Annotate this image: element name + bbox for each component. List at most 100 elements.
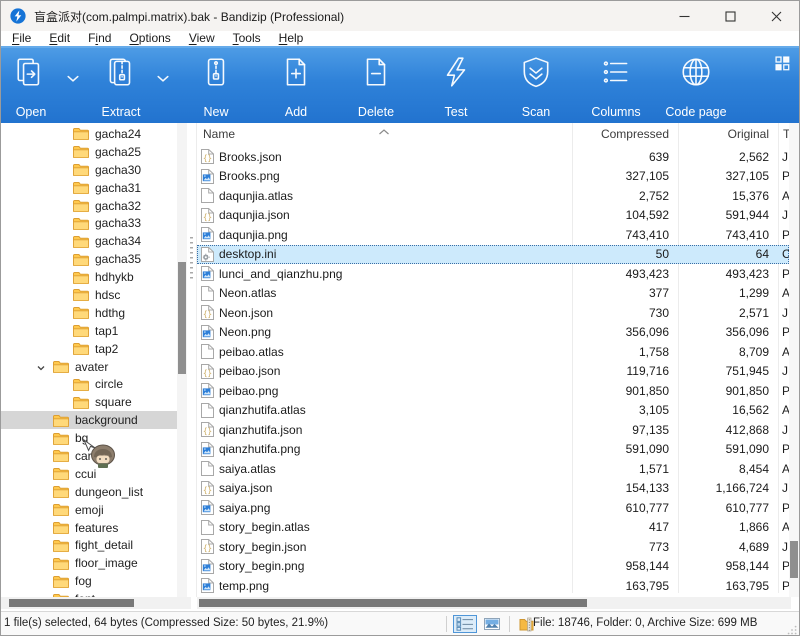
- tree-item-square[interactable]: square: [1, 393, 177, 411]
- resize-grip[interactable]: [787, 624, 797, 634]
- tree-item-tap1[interactable]: tap1: [1, 322, 177, 340]
- details-view-button[interactable]: [453, 615, 477, 633]
- tree-item-gacha31[interactable]: gacha31: [1, 179, 177, 197]
- toolbar-new-button[interactable]: New: [176, 55, 256, 119]
- menu-find[interactable]: Find: [79, 31, 120, 46]
- json-file-icon: {}: [201, 305, 214, 320]
- file-row-lunci_and_qianzhu.png[interactable]: lunci_and_qianzhu.png493,423493,423P: [197, 264, 789, 284]
- tree-item-emoji[interactable]: emoji: [1, 501, 177, 519]
- file-row-Brooks.png[interactable]: Brooks.png327,105327,105P: [197, 167, 789, 187]
- menu-view[interactable]: View: [180, 31, 224, 46]
- tree-item-bg[interactable]: bg: [1, 429, 177, 447]
- tree-item-fight_detail[interactable]: fight_detail: [1, 536, 177, 554]
- tree-item-gacha33[interactable]: gacha33: [1, 214, 177, 232]
- tree-item-hdhykb[interactable]: hdhykb: [1, 268, 177, 286]
- file-type: A: [778, 345, 789, 359]
- tree-item-gacha35[interactable]: gacha35: [1, 250, 177, 268]
- minimize-button[interactable]: [661, 1, 707, 31]
- menu-help[interactable]: Help: [270, 31, 313, 46]
- file-row-Brooks.json[interactable]: {}Brooks.json6392,562J: [197, 147, 789, 167]
- sidebar-hscroll-thumb[interactable]: [9, 599, 134, 607]
- file-row-qianzhutifa.json[interactable]: {}qianzhutifa.json97,135412,868J: [197, 420, 789, 440]
- toolbar-extract-dropdown-chevron-icon[interactable]: [157, 72, 171, 82]
- tree-item-font[interactable]: font: [1, 590, 177, 597]
- file-row-peibao.json[interactable]: {}peibao.json119,716751,945J: [197, 362, 789, 382]
- tree-item-card[interactable]: card: [1, 447, 177, 465]
- tree-item-background[interactable]: background: [1, 411, 177, 429]
- file-row-qianzhutifa.png[interactable]: qianzhutifa.png591,090591,090P: [197, 440, 789, 460]
- file-row-peibao.png[interactable]: peibao.png901,850901,850P: [197, 381, 789, 401]
- tree-item-tap2[interactable]: tap2: [1, 340, 177, 358]
- file-row-Neon.png[interactable]: Neon.png356,096356,096P: [197, 323, 789, 343]
- sidebar-vertical-scrollbar[interactable]: [177, 123, 187, 597]
- file-row-temp.png[interactable]: temp.png163,795163,795P: [197, 576, 789, 596]
- file-row-qianzhutifa.atlas[interactable]: qianzhutifa.atlas3,10516,562A: [197, 401, 789, 421]
- menu-options[interactable]: Options: [120, 31, 179, 46]
- toolbar-code-page-button[interactable]: Code page: [656, 55, 736, 119]
- compressed-size: 591,090: [572, 442, 678, 456]
- filelist-horizontal-scrollbar[interactable]: [197, 597, 791, 609]
- customize-toolbar-button[interactable]: [775, 56, 791, 72]
- toolbar-scan-button[interactable]: Scan: [496, 55, 576, 119]
- toolbar-delete-button[interactable]: Delete: [336, 55, 416, 119]
- tree-item-dungeon_list[interactable]: dungeon_list: [1, 483, 177, 501]
- column-header-name[interactable]: Name: [203, 127, 235, 141]
- file-row-daqunjia.json[interactable]: {}daqunjia.json104,592591,944J: [197, 206, 789, 226]
- column-header-original[interactable]: Original: [578, 127, 769, 141]
- menu-tools[interactable]: Tools: [224, 31, 270, 46]
- tree-item-gacha34[interactable]: gacha34: [1, 232, 177, 250]
- toolbar-open-button[interactable]: Open: [0, 55, 71, 119]
- expand-chevron-icon[interactable]: [36, 362, 46, 372]
- file-row-peibao.atlas[interactable]: peibao.atlas1,7588,709A: [197, 342, 789, 362]
- tree-item-gacha24[interactable]: gacha24: [1, 125, 177, 143]
- file-type: P: [778, 325, 789, 339]
- toolbar-add-button[interactable]: Add: [256, 55, 336, 119]
- toolbar-test-button[interactable]: Test: [416, 55, 496, 119]
- file-row-story_begin.png[interactable]: story_begin.png958,144958,144P: [197, 557, 789, 577]
- tree-item-ccui[interactable]: ccui: [1, 465, 177, 483]
- toolbar-button-label: Code page: [656, 105, 736, 119]
- file-name: saiya.json: [219, 481, 272, 495]
- file-type: J: [778, 540, 789, 554]
- file-row-Neon.json[interactable]: {}Neon.json7302,571J: [197, 303, 789, 323]
- tree-item-avater[interactable]: avater: [1, 358, 177, 376]
- image-view-button[interactable]: [480, 615, 504, 633]
- toolbar-open-dropdown-chevron-icon[interactable]: [67, 72, 81, 82]
- toolbar-columns-button[interactable]: Columns: [576, 55, 656, 119]
- pane-splitter[interactable]: [187, 123, 197, 597]
- file-row-daqunjia.png[interactable]: daqunjia.png743,410743,410P: [197, 225, 789, 245]
- maximize-button[interactable]: [707, 1, 753, 31]
- file-row-story_begin.atlas[interactable]: story_begin.atlas4171,866A: [197, 518, 789, 538]
- tree-item-hdsc[interactable]: hdsc: [1, 286, 177, 304]
- file-row-daqunjia.atlas[interactable]: daqunjia.atlas2,75215,376A: [197, 186, 789, 206]
- original-size: 591,090: [678, 442, 778, 456]
- file-row-story_begin.json[interactable]: {}story_begin.json7734,689J: [197, 537, 789, 557]
- menu-edit[interactable]: Edit: [40, 31, 79, 46]
- tree-item-circle[interactable]: circle: [1, 375, 177, 393]
- tree-item-hdthg[interactable]: hdthg: [1, 304, 177, 322]
- tree-item-label: tap1: [95, 324, 118, 338]
- sidebar-horizontal-scrollbar[interactable]: [1, 597, 191, 609]
- close-button[interactable]: [753, 1, 799, 31]
- file-row-saiya.atlas[interactable]: saiya.atlas1,5718,454A: [197, 459, 789, 479]
- sidebar-scrollbar-thumb[interactable]: [178, 262, 186, 374]
- tree-item-gacha30[interactable]: gacha30: [1, 161, 177, 179]
- toolbar-button-label: Columns: [576, 105, 656, 119]
- tree-item-features[interactable]: features: [1, 519, 177, 537]
- file-row-desktop.ini[interactable]: desktop.ini5064C: [197, 245, 789, 265]
- menu-file[interactable]: File: [3, 31, 40, 46]
- tree-item-gacha25[interactable]: gacha25: [1, 143, 177, 161]
- tree-item-floor_image[interactable]: floor_image: [1, 554, 177, 572]
- filelist-vertical-scrollbar[interactable]: [789, 123, 799, 597]
- file-row-Neon.atlas[interactable]: Neon.atlas3771,299A: [197, 284, 789, 304]
- file-row-saiya.png[interactable]: saiya.png610,777610,777P: [197, 498, 789, 518]
- toolbar-extract-button[interactable]: Extract: [81, 55, 161, 119]
- json-file-icon: {}: [201, 149, 214, 164]
- filelist-scrollbar-thumb[interactable]: [790, 541, 798, 578]
- folder-icon: [73, 181, 89, 194]
- filelist-hscroll-thumb[interactable]: [199, 599, 587, 607]
- tree-item-fog[interactable]: fog: [1, 572, 177, 590]
- tree-item-gacha32[interactable]: gacha32: [1, 197, 177, 215]
- file-row-saiya.json[interactable]: {}saiya.json154,1331,166,724J: [197, 479, 789, 499]
- file-name-cell: {}saiya.json: [197, 481, 572, 496]
